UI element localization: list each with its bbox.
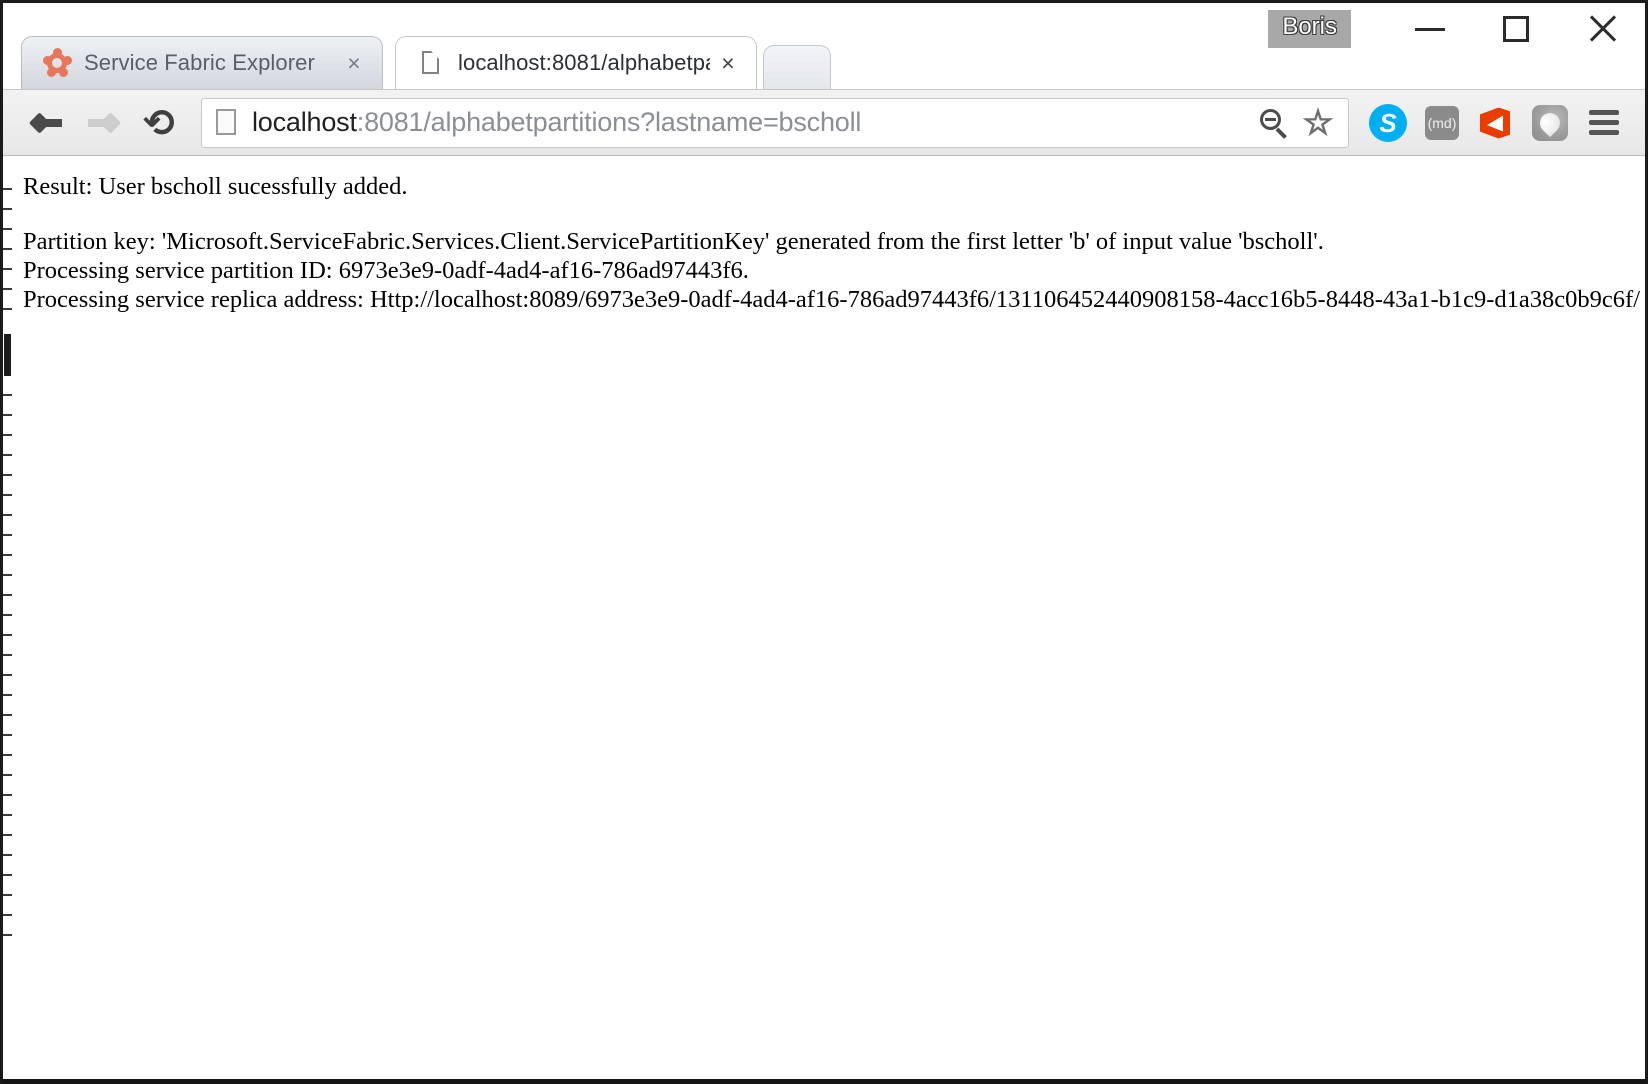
page-viewport: Result: User bscholl sucessfully added. … — [3, 156, 1645, 1064]
chrome-menu-button[interactable] — [1577, 95, 1631, 151]
render-artifacts — [3, 156, 12, 1064]
tab-title: localhost:8081/alphabetpa — [458, 50, 710, 75]
tab-strip: Service Fabric Explorer × localhost:8081… — [3, 3, 1645, 89]
office-icon — [1480, 105, 1512, 141]
skype-icon: S — [1369, 103, 1407, 142]
partition-id-line: Processing service partition ID: 6973e3e… — [23, 257, 749, 284]
url-host: localhost — [252, 107, 357, 137]
address-bar[interactable]: localhost:8081/alphabetpartitions?lastna… — [201, 97, 1349, 148]
star-icon: ☆ — [1302, 102, 1334, 143]
zoom-out-button[interactable] — [1252, 101, 1296, 145]
document-icon — [216, 109, 238, 136]
extension-skype[interactable]: S — [1361, 95, 1415, 151]
forward-arrow-icon — [88, 112, 118, 134]
blank-page-icon — [418, 50, 444, 76]
browser-toolbar: ⟳ localhost:8081/alphabetpartitions?last… — [3, 89, 1645, 156]
md-icon: (md) — [1425, 105, 1459, 140]
tabs-area: Service Fabric Explorer × localhost:8081… — [3, 3, 1203, 89]
result-line: Result: User bscholl sucessfully added. — [23, 173, 408, 200]
maximize-icon — [1503, 16, 1529, 42]
tab-localhost-alphabetpartitions[interactable]: localhost:8081/alphabetpa × — [395, 36, 757, 89]
back-button[interactable] — [19, 95, 75, 151]
drop-icon — [1532, 104, 1568, 141]
url-path: :8081/alphabetpartitions?lastname=bschol… — [356, 107, 862, 137]
tab-service-fabric-explorer[interactable]: Service Fabric Explorer × — [21, 36, 383, 89]
page-body-text: Result: User bscholl sucessfully added. … — [23, 172, 1645, 314]
maximize-button[interactable] — [1473, 3, 1559, 55]
back-arrow-icon — [32, 112, 62, 134]
browser-window: Service Fabric Explorer × localhost:8081… — [0, 0, 1648, 1084]
bookmark-button[interactable]: ☆ — [1296, 101, 1340, 145]
extension-md[interactable]: (md) — [1415, 95, 1469, 151]
minimize-icon — [1415, 27, 1445, 31]
window-controls: Boris — [1268, 3, 1645, 55]
forward-button[interactable] — [75, 95, 131, 151]
tab-close-icon[interactable]: × — [710, 51, 756, 75]
tab-close-icon[interactable]: × — [336, 50, 382, 76]
reload-icon: ⟳ — [143, 100, 175, 145]
extension-drop[interactable] — [1523, 95, 1577, 151]
service-fabric-molecule-icon — [43, 48, 72, 77]
minimize-button[interactable] — [1387, 3, 1473, 55]
tab-title: Service Fabric Explorer — [84, 50, 315, 75]
close-button[interactable] — [1559, 3, 1645, 55]
profile-chip[interactable]: Boris — [1268, 10, 1351, 48]
hamburger-menu-icon — [1589, 110, 1619, 135]
tab-stub[interactable] — [763, 45, 831, 89]
partition-key-line: Partition key: 'Microsoft.ServiceFabric.… — [23, 228, 1324, 255]
zoom-out-icon — [1260, 108, 1288, 139]
reload-button[interactable]: ⟳ — [131, 95, 187, 151]
replica-address-line: Processing service replica address: Http… — [23, 286, 1641, 313]
close-icon — [1586, 13, 1618, 45]
address-bar-url: localhost:8081/alphabetpartitions?lastna… — [252, 107, 1252, 138]
extension-office[interactable] — [1469, 95, 1523, 151]
